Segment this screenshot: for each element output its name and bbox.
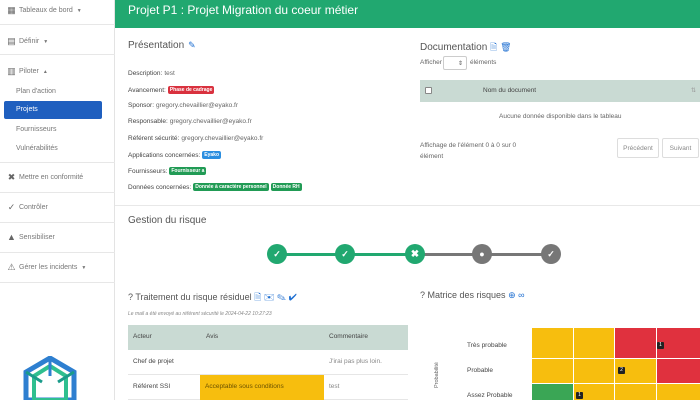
matrix-cell[interactable]	[574, 359, 614, 383]
column-document-name[interactable]: Nom du document	[483, 87, 536, 94]
next-button[interactable]: Suivant	[662, 138, 699, 158]
dashboard-icon: ▦	[7, 5, 16, 15]
matrix-cell[interactable]	[532, 359, 573, 383]
sidebar-item-define[interactable]: ▤ Définir ▼	[7, 37, 48, 46]
step-4-head-icon[interactable]: ●	[472, 244, 492, 264]
field-applications: Applications concernées: Eyako	[128, 151, 221, 159]
matrix-row-label: Probable	[467, 367, 494, 374]
sidebar-divider	[0, 252, 115, 253]
sidebar-sub-projects[interactable]: Projets	[4, 101, 102, 119]
show-prefix: Afficher	[420, 59, 442, 66]
sidebar-item-pilot[interactable]: ▥ Piloter ▲	[7, 67, 48, 76]
sidebar-divider	[0, 24, 115, 25]
sidebar-item-awareness[interactable]: ▲ Sensibiliser	[7, 233, 55, 242]
clipboard-icon: ▤	[7, 36, 16, 46]
sidebar-divider	[0, 54, 115, 55]
supplier-badge: Fournisseur a	[169, 167, 207, 175]
sidebar-divider	[0, 282, 115, 283]
field-suppliers: Fournisseurs: Fournisseur a	[128, 167, 207, 175]
probability-axis-label: Probabilité	[434, 362, 440, 388]
sidebar-item-compliance[interactable]: ✖ Mettre en conformité	[7, 173, 83, 182]
matrix-cell[interactable]	[615, 328, 656, 358]
sidebar-item-incidents[interactable]: ⚠ Gérer les incidents ▼	[7, 263, 86, 272]
sort-icon[interactable]: ⇅	[691, 87, 696, 94]
matrix-cell[interactable]	[657, 359, 700, 383]
document-icon[interactable]: 🗎	[254, 292, 261, 302]
presentation-title: Présentation ✎	[128, 40, 196, 51]
sidebar: ▦ Tableaux de bord ▼ ▤ Définir ▼ ▥ Piloter…	[0, 0, 115, 400]
documentation-title: Documentation 🗎 🗑	[420, 42, 512, 53]
risk-count-badge[interactable]: 2	[618, 367, 625, 374]
step-5-shield-check-icon[interactable]: ✓	[541, 244, 561, 264]
page-header: Projet P1 : Projet Migration du coeur mé…	[115, 0, 700, 28]
graduation-icon: ▲	[7, 232, 16, 242]
sidebar-sub-suppliers[interactable]: Fournisseurs	[16, 126, 56, 133]
field-description: Description: test	[128, 70, 175, 77]
add-circle-icon[interactable]: ⊕	[508, 290, 516, 300]
step-1-check-icon[interactable]: ✓	[267, 244, 287, 264]
status-badge: Phase de cadrage	[167, 86, 215, 94]
trash-icon[interactable]: 🗑	[500, 42, 511, 52]
data-badge: Donnée RH	[270, 183, 302, 191]
field-owner: Responsable: gregory.chevaillier@eyako.f…	[128, 118, 252, 125]
matrix-row-label: Très probable	[467, 342, 507, 349]
field-data: Données concernées: Donnée à caractère p…	[128, 183, 302, 191]
link-icon[interactable]: ∞	[518, 290, 524, 300]
table-info: Affichage de l'élément 0 à 0 sur 0	[420, 142, 517, 149]
comment-icon[interactable]: ✉	[264, 292, 275, 302]
matrix-cell[interactable]	[574, 328, 614, 358]
sidebar-divider	[0, 192, 115, 193]
risk-count-badge[interactable]: 1	[657, 342, 664, 349]
eyako-logo	[23, 356, 77, 400]
show-suffix: éléments	[470, 59, 497, 66]
chart-icon: ▥	[7, 66, 16, 76]
matrix-cell[interactable]	[532, 384, 573, 400]
field-sponsor: Sponsor: gregory.chevaillier@eyako.fr	[128, 102, 239, 109]
table-row: Chef de projet J'irai pas plus loin.	[128, 350, 408, 375]
page-title: Projet P1 : Projet Migration du coeur mé…	[128, 3, 359, 17]
sidebar-item-control[interactable]: ✓ Contrôler	[7, 203, 48, 212]
edit-icon[interactable]: ✎	[277, 292, 286, 302]
field-progress: Avancement: Phase de cadrage	[128, 86, 215, 94]
section-divider	[115, 205, 700, 206]
sidebar-divider	[0, 162, 115, 163]
previous-button[interactable]: Précédent	[617, 138, 659, 158]
verified-icon[interactable]: ✔	[288, 292, 296, 302]
step-2-check-icon[interactable]: ✓	[335, 244, 355, 264]
application-badge: Eyako	[202, 151, 221, 159]
sidebar-sub-vulnerabilities[interactable]: Vulnérabilités	[16, 145, 58, 152]
sidebar-sub-action-plan[interactable]: Plan d'action	[16, 88, 56, 95]
matrix-cell[interactable]	[615, 384, 656, 400]
matrix-cell[interactable]	[532, 328, 573, 358]
page-size-select[interactable]: ⇕	[443, 56, 467, 70]
add-document-icon[interactable]: 🗎	[490, 42, 497, 52]
pencil-icon[interactable]: ✎	[188, 40, 196, 50]
table-info-line2: élément	[420, 153, 444, 160]
sidebar-divider	[0, 222, 115, 223]
treatment-title: ? Traitement du risque résiduel 🗎 ✉ ✎ ✔	[128, 292, 297, 302]
treatment-table-header: Acteur Avis Commentaire	[128, 325, 408, 350]
step-3-tools-icon[interactable]: ✖	[405, 244, 425, 264]
table-row: Référent SSI Acceptable sous conditions …	[128, 375, 408, 400]
documents-table-header: Nom du document ⇅	[420, 80, 700, 102]
help-icon[interactable]: ?	[128, 292, 133, 302]
matrix-row-label: Assez Probable	[467, 392, 513, 399]
select-all-checkbox[interactable]	[425, 87, 432, 94]
matrix-title: ? Matrice des risques ⊕ ∞	[420, 290, 525, 300]
risk-title: Gestion du risque	[128, 215, 207, 226]
email-sent-note: Le mail a été envoyé au référent sécurit…	[128, 311, 272, 317]
warning-icon: ⚠	[7, 262, 16, 272]
check-circle-icon: ✓	[7, 202, 16, 212]
help-icon[interactable]: ?	[420, 290, 425, 300]
empty-table-message: Aucune donnée disponible dans le tableau	[499, 113, 622, 120]
data-badge: Donnée à caractère personnel	[193, 183, 269, 191]
sidebar-item-dashboards[interactable]: ▦ Tableaux de bord ▼	[7, 5, 81, 15]
tools-icon: ✖	[7, 172, 16, 182]
matrix-cell[interactable]	[657, 384, 700, 400]
risk-count-badge[interactable]: 1	[576, 392, 583, 399]
field-security-referent: Référent sécurité: gregory.chevaillier@e…	[128, 135, 264, 142]
